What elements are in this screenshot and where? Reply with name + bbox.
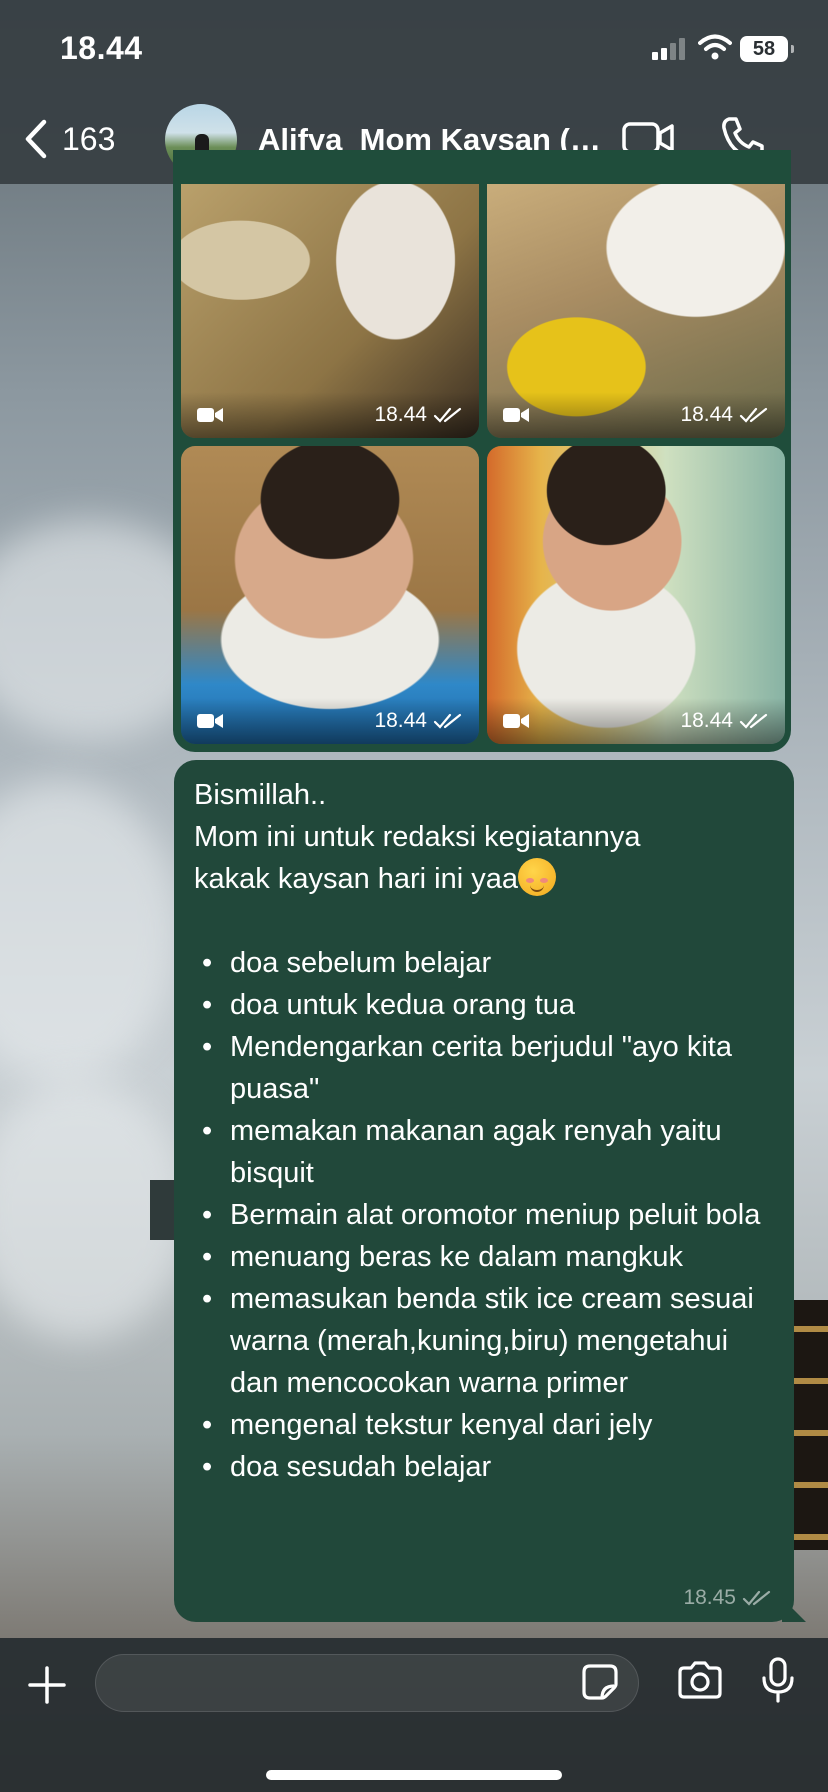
video-icon: [503, 408, 529, 422]
video-icon: [197, 714, 223, 728]
wifi-icon: [698, 34, 732, 65]
camera-icon: [678, 1661, 722, 1699]
message-meta: 18.45: [683, 1586, 772, 1610]
video-thumbnail[interactable]: 18.44: [487, 184, 785, 438]
activity-list: doa sebelum belajar doa untuk kedua oran…: [194, 942, 774, 1488]
cellular-signal-icon: [652, 38, 685, 60]
attach-button[interactable]: [26, 1664, 68, 1711]
home-indicator[interactable]: [266, 1770, 562, 1780]
media-timestamp: 18.44: [680, 709, 733, 732]
list-item: doa untuk kedua orang tua: [194, 984, 774, 1026]
status-bar: 18.44 58: [0, 0, 828, 98]
back-button[interactable]: 163: [22, 118, 115, 160]
sticker-button[interactable]: [580, 1662, 620, 1707]
plus-icon: [28, 1666, 66, 1704]
list-item: Mendengarkan cerita berjudul "ayo kita p…: [194, 1026, 774, 1110]
camera-button[interactable]: [676, 1660, 724, 1705]
video-thumbnail[interactable]: 18.44: [181, 184, 479, 438]
read-receipt-icon: [739, 407, 768, 423]
sticker-icon: [582, 1664, 618, 1700]
read-receipt-icon: [433, 713, 462, 729]
message-composer: [0, 1638, 828, 1792]
read-receipt-icon: [433, 407, 462, 423]
video-thumbnail[interactable]: 18.44: [487, 446, 785, 744]
media-album-bubble: 18.44 18.44 18.44 18.44: [173, 150, 791, 752]
list-item: Bermain alat oromotor meniup peluit bola: [194, 1194, 774, 1236]
message-line: Mom ini untuk redaksi kegiatannya: [194, 821, 641, 853]
battery-icon: 58: [740, 36, 794, 62]
list-item: doa sebelum belajar: [194, 942, 774, 984]
video-icon: [197, 408, 223, 422]
unread-count: 163: [62, 120, 116, 157]
message-line: kakak kaysan hari ini yaa: [194, 858, 774, 900]
read-receipt-icon: [742, 1590, 771, 1606]
microphone-icon: [762, 1657, 794, 1703]
status-time: 18.44: [60, 30, 143, 66]
read-receipt-icon: [739, 713, 768, 729]
battery-level: 58: [752, 37, 776, 60]
list-item: doa sesudah belajar: [194, 1446, 774, 1488]
video-icon: [503, 714, 529, 728]
list-item: memakan makanan agak renyah yaitu bisqui…: [194, 1110, 774, 1194]
list-item: menuang beras ke dalam mangkuk: [194, 1236, 774, 1278]
message-timestamp: 18.45: [683, 1586, 736, 1609]
media-timestamp: 18.44: [374, 403, 427, 426]
message-line: Bismillah..: [194, 779, 327, 811]
message-bubble[interactable]: Bismillah.. Mom ini untuk redaksi kegiat…: [174, 760, 806, 1622]
video-thumbnail[interactable]: 18.44: [181, 446, 479, 744]
smiling-face-emoji-icon: [518, 858, 556, 896]
list-item: memasukan benda stik ice cream sesuai wa…: [194, 1278, 774, 1404]
media-timestamp: 18.44: [680, 403, 733, 426]
message-text: Bismillah.. Mom ini untuk redaksi kegiat…: [194, 774, 774, 1488]
message-input[interactable]: [95, 1654, 639, 1712]
voice-message-button[interactable]: [760, 1656, 796, 1709]
chevron-left-icon: [25, 119, 47, 159]
media-timestamp: 18.44: [374, 709, 427, 732]
message-line-text: kakak kaysan hari ini yaa: [194, 863, 518, 895]
wallpaper-cloud: [0, 780, 180, 1080]
list-item: mengenal tekstur kenyal dari jely: [194, 1404, 774, 1446]
